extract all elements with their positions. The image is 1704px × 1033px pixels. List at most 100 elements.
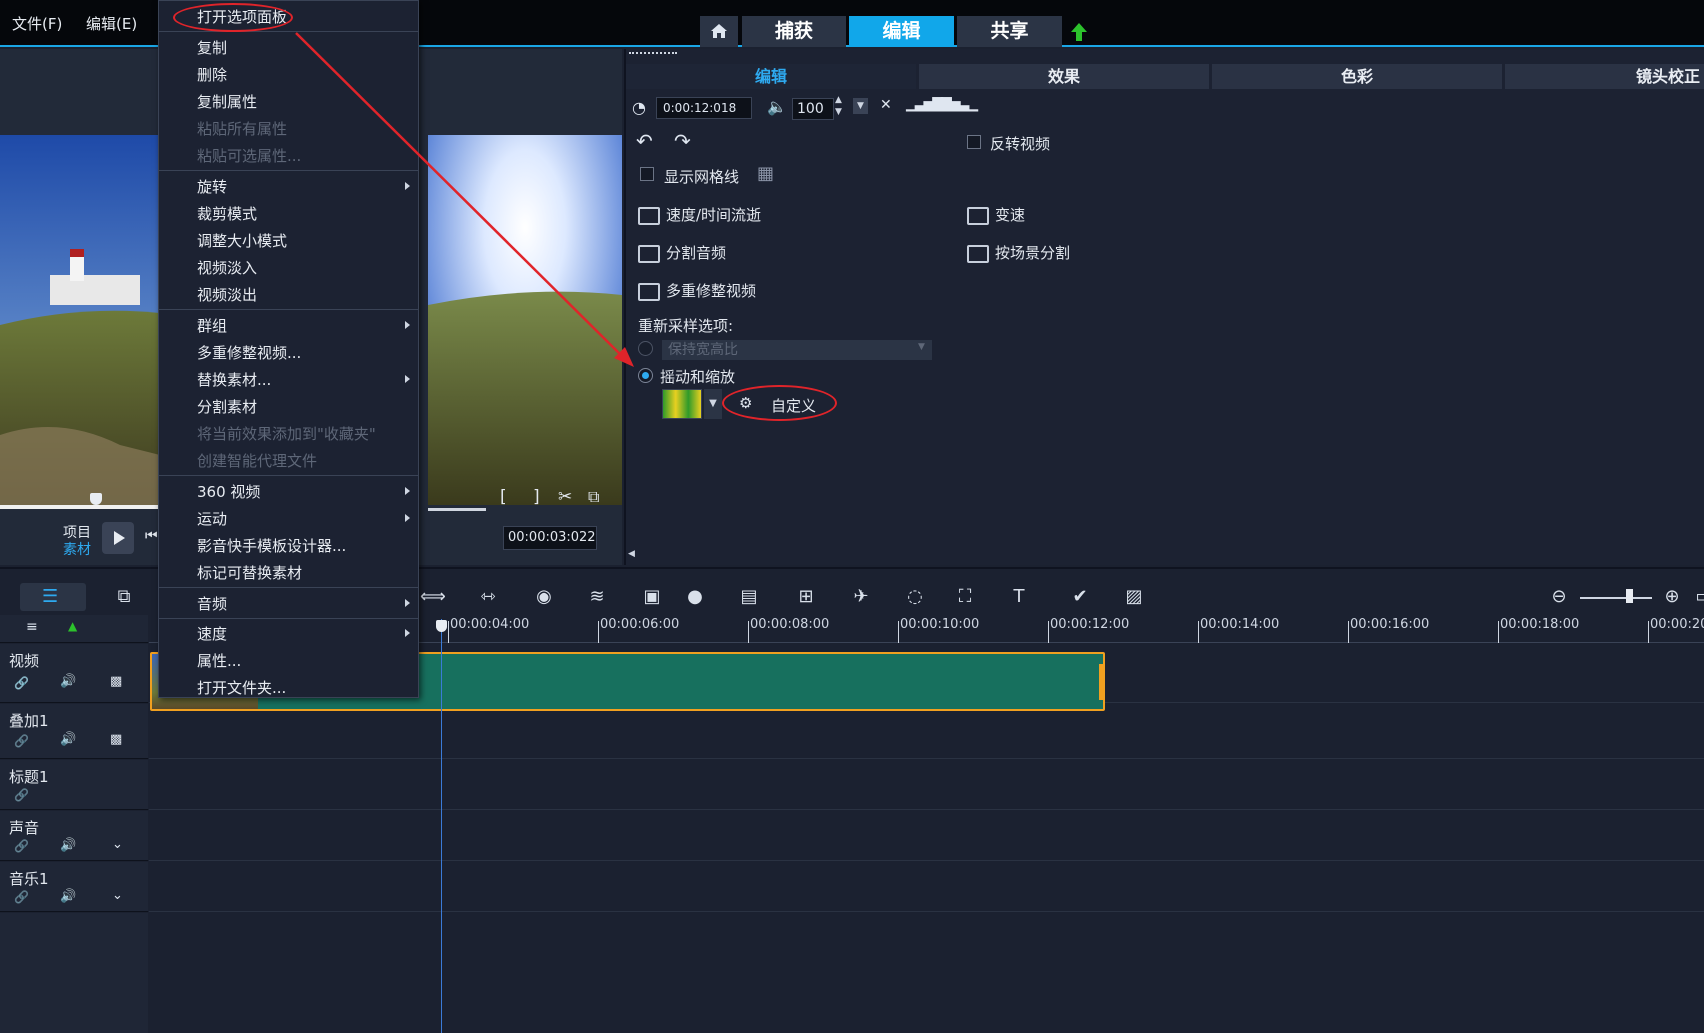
- menu-delete[interactable]: 删除: [197, 64, 227, 85]
- track-volume-icon[interactable]: 🔊: [60, 838, 76, 853]
- split-by-scene-button[interactable]: 按场景分割: [995, 242, 1070, 263]
- fade-out-icon[interactable]: ▇▅▃▁: [941, 96, 978, 112]
- mark-in-icon[interactable]: [: [500, 487, 507, 507]
- lane-title[interactable]: [149, 760, 1704, 810]
- duration-field[interactable]: 0:00:12:018: [656, 97, 752, 119]
- pan-zoom-radio[interactable]: [638, 368, 653, 383]
- menu-rotate[interactable]: 旋转: [197, 176, 227, 197]
- variable-speed-button[interactable]: 变速: [995, 204, 1025, 225]
- volume-dropdown-icon[interactable]: ▼: [853, 98, 868, 114]
- split-audio-button[interactable]: 分割音频: [666, 242, 726, 263]
- mark-icon[interactable]: ✔: [1068, 587, 1092, 607]
- lane-music[interactable]: [149, 862, 1704, 912]
- menu-split[interactable]: 分割素材: [197, 396, 257, 417]
- fit-project-icon[interactable]: ▭: [1692, 587, 1704, 607]
- timecode-field[interactable]: 00:00:03:022: [503, 526, 597, 550]
- lane-voice[interactable]: [149, 811, 1704, 861]
- scissors-icon[interactable]: ✂: [558, 487, 572, 507]
- prev-frame-icon[interactable]: ⏮: [145, 528, 158, 544]
- motion-tracking-icon[interactable]: ✈: [849, 587, 873, 607]
- clip-library-icon[interactable]: ⧉: [112, 587, 136, 607]
- add-track-icon[interactable]: ▲: [68, 619, 77, 633]
- link-icon[interactable]: 🔗: [14, 676, 29, 690]
- link-icon[interactable]: 🔗: [14, 839, 29, 853]
- speed-time-button[interactable]: 速度/时间流逝: [666, 204, 761, 225]
- mute-icon[interactable]: ✕: [880, 97, 892, 113]
- copy-frame-icon[interactable]: ⧉: [588, 487, 599, 507]
- reverse-video-label[interactable]: 反转视频: [990, 133, 1050, 154]
- track-header-title[interactable]: 标题1 🔗: [0, 760, 148, 810]
- rotate-left-icon[interactable]: ↶: [636, 129, 653, 153]
- 3d-title-icon[interactable]: T: [1007, 587, 1031, 607]
- menu-resize-mode[interactable]: 调整大小模式: [197, 230, 287, 251]
- pan-zoom-preset-dropdown[interactable]: ▼: [704, 389, 722, 419]
- track-header-voice[interactable]: 声音 🔗 🔊 ⌄: [0, 811, 148, 861]
- fade-in-icon[interactable]: ▁▃▅▇: [906, 96, 943, 112]
- menu-fade-out[interactable]: 视频淡出: [197, 284, 257, 305]
- menu-360-video[interactable]: 360 视频: [197, 481, 260, 502]
- tab-capture[interactable]: 捕获: [742, 16, 846, 47]
- track-volume-icon[interactable]: 🔊: [60, 732, 76, 747]
- zoom-in-icon[interactable]: ⊕: [1660, 587, 1684, 607]
- menu-multi-trim[interactable]: 多重修整视频...: [197, 342, 301, 363]
- checker-icon[interactable]: ▩: [110, 732, 122, 747]
- menu-group[interactable]: 群组: [197, 315, 227, 336]
- tab-edit-options[interactable]: 编辑: [626, 64, 916, 89]
- menu-motion[interactable]: 运动: [197, 508, 227, 529]
- edit-image-icon[interactable]: ▨: [1122, 587, 1146, 607]
- scrubber-handle[interactable]: [90, 493, 102, 505]
- show-grid-checkbox[interactable]: [640, 167, 654, 181]
- play-button[interactable]: [102, 522, 134, 554]
- track-header-music[interactable]: 音乐1 🔗 🔊 ⌄: [0, 862, 148, 912]
- track-header-overlay[interactable]: 叠加1 🔗 🔊 ▩: [0, 704, 148, 759]
- menu-speed[interactable]: 速度: [197, 623, 227, 644]
- fit-icon[interactable]: ⇿: [476, 587, 500, 607]
- split-screen-icon[interactable]: ⊞: [794, 587, 818, 607]
- tab-share[interactable]: 共享: [957, 16, 1062, 47]
- volume-down-icon[interactable]: ▼: [835, 107, 842, 117]
- checker-icon[interactable]: ▩: [110, 674, 122, 689]
- track-manager-icon[interactable]: ≡: [26, 619, 38, 635]
- link-icon[interactable]: 🔗: [14, 890, 29, 904]
- path-icon[interactable]: ◌: [903, 587, 927, 607]
- mask-icon[interactable]: ●: [683, 587, 707, 607]
- upload-button[interactable]: [1070, 22, 1088, 46]
- keep-aspect-radio[interactable]: [638, 341, 653, 356]
- show-grid-label[interactable]: 显示网格线: [664, 166, 739, 187]
- clip-trim-handle-right[interactable]: [1099, 664, 1105, 700]
- menu-file[interactable]: 文件(F): [12, 13, 62, 34]
- pan-zoom-thumbnail[interactable]: [662, 389, 702, 419]
- drag-handle[interactable]: [629, 52, 677, 55]
- keep-aspect-dropdown[interactable]: 保持宽高比: [662, 340, 932, 360]
- zoom-slider-handle[interactable]: [1626, 589, 1633, 603]
- link-icon[interactable]: 🔗: [14, 734, 29, 748]
- menu-open-folder[interactable]: 打开文件夹...: [197, 677, 286, 698]
- menu-copy[interactable]: 复制: [197, 37, 227, 58]
- rotate-right-icon[interactable]: ↷: [674, 129, 691, 153]
- record-icon[interactable]: ◉: [532, 587, 556, 607]
- home-button[interactable]: [700, 16, 738, 47]
- mark-out-icon[interactable]: ]: [533, 487, 540, 507]
- audio-wave-icon[interactable]: ≋: [585, 587, 609, 607]
- grid-icon[interactable]: ▦: [757, 163, 774, 184]
- menu-crop-mode[interactable]: 裁剪模式: [197, 203, 257, 224]
- menu-edit[interactable]: 编辑(E): [86, 13, 137, 34]
- track-volume-icon[interactable]: 🔊: [60, 674, 76, 689]
- menu-template-designer[interactable]: 影音快手模板设计器...: [197, 535, 346, 556]
- tab-lens-correction[interactable]: 镜头校正: [1505, 64, 1704, 89]
- multi-trim-button[interactable]: 多重修整视频: [666, 280, 756, 301]
- lane-overlay[interactable]: [149, 704, 1704, 759]
- title-icon[interactable]: ▤: [737, 587, 761, 607]
- link-icon[interactable]: 🔗: [14, 788, 29, 802]
- scrubber-played[interactable]: [0, 505, 160, 509]
- multi-camera-icon[interactable]: ▣: [640, 587, 664, 607]
- expand-chevron-icon[interactable]: ⌄: [112, 888, 123, 903]
- tab-effects[interactable]: 效果: [919, 64, 1209, 89]
- playhead-line[interactable]: [441, 619, 442, 1033]
- track-header-video[interactable]: 视频 🔗 🔊 ▩: [0, 644, 148, 703]
- storyboard-view-button[interactable]: ☰: [20, 583, 86, 611]
- zoom-out-icon[interactable]: ⊖: [1547, 587, 1571, 607]
- menu-copy-attributes[interactable]: 复制属性: [197, 91, 257, 112]
- track-volume-icon[interactable]: 🔊: [60, 889, 76, 904]
- crop-frame-icon[interactable]: ⛶: [953, 587, 977, 607]
